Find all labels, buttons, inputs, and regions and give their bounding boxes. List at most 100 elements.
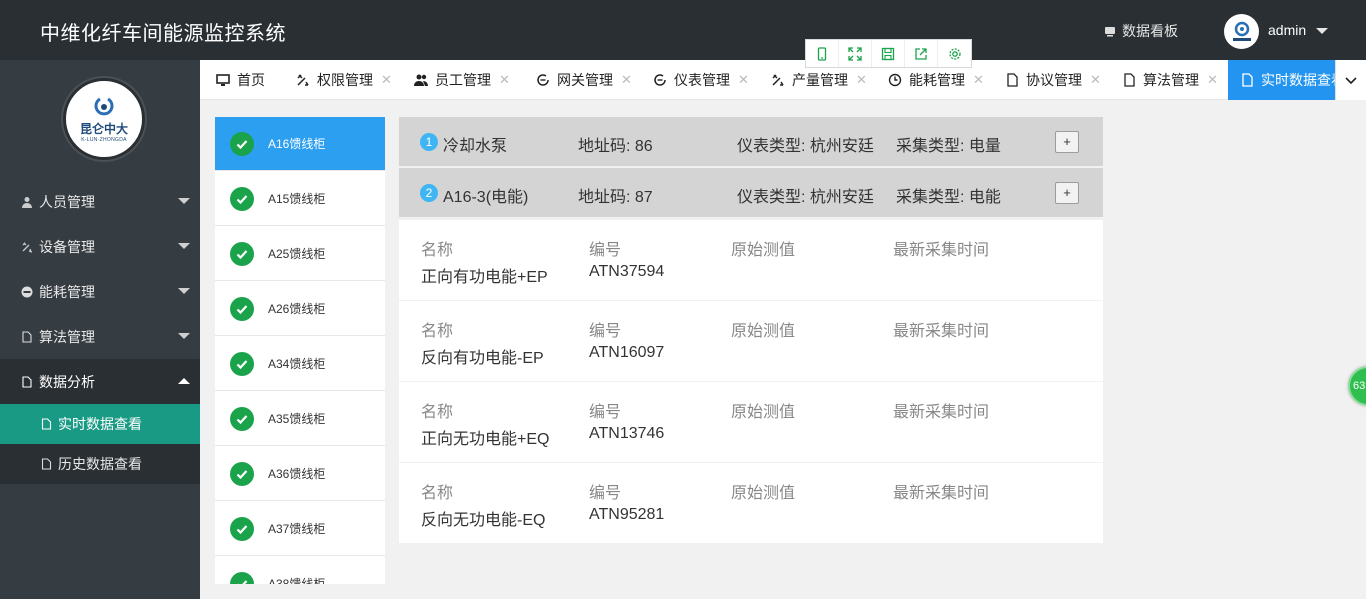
tab-label: 实时数据查看 [1261,72,1335,88]
chevron-down-icon [178,243,190,249]
cycle-icon [654,74,666,86]
device-collect-type: 采集类型: 电量 [896,138,1001,155]
tools-icon [772,74,784,86]
avatar[interactable] [1224,14,1259,49]
reading-name: 正向无功电能+EQ [421,431,550,448]
tab-meters[interactable]: 仪表管理 ✕ [653,60,749,100]
sidebar-item-label: 设备管理 [39,238,95,255]
device-row[interactable]: 2 A16-3(电能) 地址码: 87 仪表类型: 杭州安廷 采集类型: 电能 … [399,168,1103,217]
close-icon[interactable]: ✕ [621,72,632,88]
check-circle-icon [230,351,254,376]
floating-speed-badge[interactable]: 63 [1348,366,1366,406]
device-index: 2 [420,184,438,202]
chevron-down-icon[interactable] [1316,28,1328,34]
cabinet-item[interactable]: A16馈线柜 [215,117,385,171]
device-index: 1 [420,133,438,151]
reading-name: 正向有功电能+EP [421,269,548,286]
cabinet-label: A34馈线柜 [268,357,326,371]
close-icon[interactable]: ✕ [738,72,749,88]
check-circle-icon [230,241,254,266]
cabinet-item[interactable]: A36馈线柜 [215,447,385,501]
tab-algorithm[interactable]: 算法管理 ✕ [1122,60,1218,100]
tab-staff[interactable]: 员工管理 ✕ [414,60,510,100]
file-icon [22,375,32,388]
tab-realtime-data[interactable]: 实时数据查看 [1228,60,1335,100]
cabinet-item[interactable]: A26馈线柜 [215,282,385,336]
raw-value-label: 原始测值 [731,242,796,259]
close-icon[interactable]: ✕ [381,72,392,88]
sidebar-item-label: 人员管理 [39,193,95,210]
tab-scroll-button[interactable] [1335,60,1366,100]
cabinet-item[interactable]: A25馈线柜 [215,227,385,281]
cabinet-item[interactable]: A37馈线柜 [215,502,385,556]
latest-time-label: 最新采集时间 [893,404,990,421]
user-name[interactable]: admin [1268,22,1306,38]
settings-button[interactable] [938,40,971,67]
cabinet-item[interactable]: A38馈线柜 [215,557,385,584]
mobile-icon [817,46,827,61]
cabinet-item[interactable]: A15馈线柜 [215,172,385,226]
cabinet-label: A16馈线柜 [268,137,326,151]
dashboard-link[interactable]: 数据看板 [1104,21,1178,41]
close-icon[interactable]: ✕ [1207,72,1218,88]
latest-time-label: 最新采集时间 [893,242,990,259]
device-name: A16-3(电能) [443,189,529,206]
sidebar: 昆仑中大 K-LUN·ZHONGDA 人员管理 设备管理 能耗管理 算法管理 数… [0,60,200,599]
sidebar-subitem-realtime-data[interactable]: 实时数据查看 [0,404,200,444]
sidebar-item-personnel[interactable]: 人员管理 [0,179,200,224]
file-icon [1124,73,1135,87]
device-address: 地址码: 86 [578,138,653,155]
tab-label: 员工管理 [435,72,491,88]
tab-label: 产量管理 [792,72,848,88]
sidebar-item-algorithm[interactable]: 算法管理 [0,314,200,359]
sidebar-item-label: 算法管理 [39,328,95,345]
sidebar-item-energy[interactable]: 能耗管理 [0,269,200,314]
cabinet-label: A36馈线柜 [268,467,326,481]
logo-subtext: K-LUN·ZHONGDA [81,137,127,143]
sidebar-subitem-history-data[interactable]: 历史数据查看 [0,444,200,484]
expand-button[interactable]: + [1055,182,1079,204]
tab-home[interactable]: 首页 [216,60,265,100]
tab-gateway[interactable]: 网关管理 ✕ [536,60,632,100]
save-icon [881,47,895,60]
close-icon[interactable]: ✕ [856,72,867,88]
tools-icon [297,74,309,86]
dashboard-label: 数据看板 [1122,23,1178,39]
tab-protocol[interactable]: 协议管理 ✕ [1005,60,1101,100]
settings-icon [948,47,961,60]
tab-bar: 首页 权限管理 ✕ 员工管理 ✕ 网关管理 ✕ 仪表管理 ✕ 产量管理 ✕ 能耗… [200,60,1366,100]
company-logo: 昆仑中大 K-LUN·ZHONGDA [63,78,145,160]
tab-permissions[interactable]: 权限管理 ✕ [296,60,392,100]
device-row[interactable]: 1 冷却水泵 地址码: 86 仪表类型: 杭州安廷 采集类型: 电量 + [399,117,1103,166]
save-button[interactable] [872,40,905,67]
close-icon[interactable]: ✕ [1090,72,1101,88]
mobile-view-button[interactable] [806,40,839,67]
reading-card: 名称 编号 原始测值 最新采集时间 正向有功电能+EP ATN37594 [399,220,1103,300]
cabinet-item[interactable]: A34馈线柜 [215,337,385,391]
name-label: 名称 [421,242,454,259]
logo-icon [94,97,114,116]
fullscreen-icon [848,46,862,61]
latest-time-label: 最新采集时间 [893,485,990,502]
sidebar-item-data-analysis[interactable]: 数据分析 [0,359,200,404]
sidebar-subitem-label: 实时数据查看 [58,416,142,432]
sidebar-item-devices[interactable]: 设备管理 [0,224,200,269]
code-label: 编号 [589,242,622,259]
cabinet-label: A25馈线柜 [268,247,326,261]
check-circle-icon [230,296,254,321]
expand-button[interactable]: + [1055,131,1079,153]
fullscreen-button[interactable] [839,40,872,67]
device-meter-type: 仪表类型: 杭州安廷 [737,138,874,155]
check-circle-icon [230,131,254,156]
close-icon[interactable]: ✕ [973,72,984,88]
cabinet-item[interactable]: A35馈线柜 [215,392,385,446]
share-button[interactable] [905,40,938,67]
device-address: 地址码: 87 [578,189,653,206]
chevron-up-icon [178,378,190,384]
reading-code: ATN16097 [589,344,665,361]
logo-text: 昆仑中大 [79,122,128,136]
sidebar-item-label: 能耗管理 [39,283,95,300]
close-icon[interactable]: ✕ [499,72,510,88]
cabinet-label: A26馈线柜 [268,302,326,316]
reading-code: ATN13746 [589,425,665,442]
